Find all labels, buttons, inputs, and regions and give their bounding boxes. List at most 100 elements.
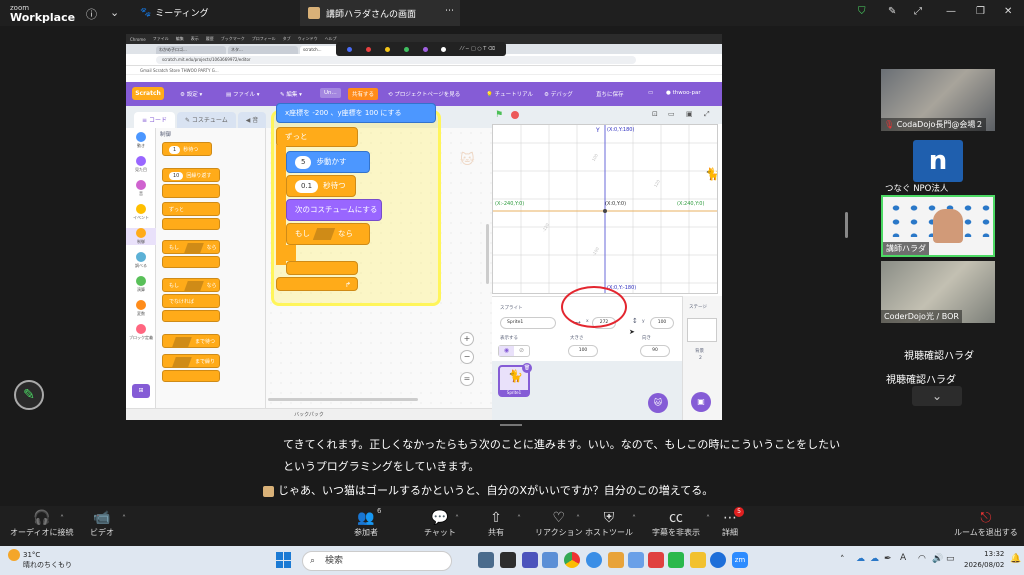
- chat-caret-icon[interactable]: ˄: [455, 514, 459, 523]
- annot-color-dot[interactable]: [403, 46, 409, 52]
- share-button[interactable]: ⇧ 共有: [488, 509, 504, 538]
- hide-eye-icon[interactable]: ⊘: [514, 346, 529, 356]
- minimize-icon[interactable]: —: [946, 6, 956, 17]
- extension-button[interactable]: ⊞: [132, 384, 150, 398]
- palette-block-if[interactable]: もし なら: [162, 240, 220, 254]
- annot-color-dot[interactable]: [346, 46, 352, 52]
- category-control[interactable]: 制御: [126, 228, 156, 245]
- video-caret-icon[interactable]: ˄: [122, 514, 126, 523]
- taskbar-app-icon[interactable]: [628, 552, 644, 568]
- category-sound[interactable]: 音: [126, 180, 156, 197]
- tab-shared-screen[interactable]: 講師ハラダさんの画面 ⋯: [300, 0, 460, 26]
- category-sensing[interactable]: 調べる: [126, 252, 156, 269]
- block-move[interactable]: 5 歩動かす: [286, 151, 370, 173]
- sprite-name-input[interactable]: Sprite1: [500, 317, 556, 329]
- annot-tools-icon[interactable]: ⁄ ⁄ ∼ □ ○ T ⌫: [460, 46, 495, 52]
- settings-menu[interactable]: ⚙ 設定 ▾: [180, 90, 202, 98]
- category-events[interactable]: イベント: [126, 204, 156, 221]
- zoom-app-icon[interactable]: zm: [732, 552, 748, 568]
- project-title-input[interactable]: Un...: [320, 88, 341, 98]
- more-button[interactable]: ⋯ 5 詳細: [722, 507, 744, 538]
- block-wait[interactable]: 0.1 秒待つ: [286, 175, 356, 197]
- palette-block-forever[interactable]: ずっと: [162, 202, 220, 216]
- category-my-blocks[interactable]: ブロック定義: [126, 324, 156, 341]
- taskbar-app-icon[interactable]: [648, 552, 664, 568]
- more-icon[interactable]: ⋯: [445, 6, 454, 16]
- captions-caret-icon[interactable]: ˄: [706, 514, 710, 523]
- category-motion[interactable]: 動き: [126, 132, 156, 149]
- scroll-down-button[interactable]: ⌄: [912, 386, 962, 406]
- backpack[interactable]: バックパック: [126, 408, 492, 420]
- battery-icon[interactable]: ▭: [946, 554, 955, 564]
- ime-indicator[interactable]: A: [900, 553, 906, 563]
- annot-color-dot[interactable]: [365, 46, 371, 52]
- y-input[interactable]: 100: [650, 317, 674, 329]
- annot-color-dot[interactable]: [384, 46, 390, 52]
- user-menu[interactable]: ● thwoo-par: [666, 90, 701, 96]
- wifi-icon[interactable]: ◠: [918, 554, 926, 564]
- annotate-pen-button[interactable]: ✎: [14, 380, 44, 410]
- block-forever[interactable]: ずっと: [276, 127, 358, 147]
- block-if[interactable]: もし なら: [286, 223, 370, 245]
- teams-icon[interactable]: [522, 552, 538, 568]
- wait-value[interactable]: 0.1: [295, 180, 319, 193]
- annot-color-dot[interactable]: [441, 46, 447, 52]
- close-icon[interactable]: ✕: [1004, 6, 1012, 17]
- share-button[interactable]: 共有する: [348, 88, 379, 100]
- green-flag-icon[interactable]: ⚑: [495, 110, 503, 120]
- captions-button[interactable]: ㏄字幕を非表示: [652, 509, 700, 538]
- notification-icon[interactable]: 🔔: [1010, 554, 1021, 564]
- block-next-costume[interactable]: 次のコスチュームにする: [286, 199, 382, 221]
- magic-icon[interactable]: ✎: [888, 6, 896, 17]
- stage[interactable]: Y (X:0,Y:180) (X:-240,Y:0) (X:0,Y:0) (X:…: [492, 124, 718, 294]
- reactions-caret-icon[interactable]: ˄: [576, 514, 580, 523]
- delete-sprite-icon[interactable]: 🗑: [522, 363, 532, 373]
- palette-block-wait-until[interactable]: まで待つ: [162, 334, 220, 348]
- category-looks[interactable]: 見た目: [126, 156, 156, 173]
- chevron-down-icon[interactable]: ⌄: [110, 6, 119, 19]
- debug-button[interactable]: ⚙ デバッグ: [544, 90, 573, 98]
- cloud-icon[interactable]: ☁: [870, 554, 879, 564]
- start-button[interactable]: [276, 552, 292, 568]
- folder-icon[interactable]: ▭: [648, 90, 653, 96]
- size-input[interactable]: 100: [568, 345, 598, 357]
- camera-icon[interactable]: ⊡: [652, 110, 658, 118]
- pen-icon[interactable]: ✒: [884, 554, 892, 564]
- palette-block-repeat[interactable]: 10 回繰り返す: [162, 168, 220, 182]
- audio-caret-icon[interactable]: ˄: [60, 514, 64, 523]
- script-stack[interactable]: x座標を -200 、y座標を 100 にする ずっと 5 歩動かす 0.1 秒待つ…: [271, 103, 441, 306]
- folder-icon[interactable]: [608, 552, 624, 568]
- resize-handle[interactable]: [500, 424, 522, 426]
- choose-sprite-button[interactable]: 🐱: [648, 393, 668, 413]
- tab-sounds[interactable]: ◀ 音: [237, 112, 267, 128]
- participant-video[interactable]: CoderDojo光 / BOR: [881, 261, 995, 323]
- horizontal-scrollbar[interactable]: [268, 398, 418, 401]
- chat-button[interactable]: 💬 チャット: [424, 509, 456, 538]
- fullscreen-icon[interactable]: ⤢: [704, 110, 710, 119]
- file-menu[interactable]: ▤ ファイル ▾: [226, 90, 259, 98]
- zoom-reset-button[interactable]: =: [460, 372, 474, 386]
- host-tools-button[interactable]: ⛨ ホストツール: [585, 509, 633, 538]
- participant-video-active[interactable]: 講師ハラダ: [881, 195, 995, 257]
- chrome-icon[interactable]: [564, 552, 580, 568]
- tray-chevron-icon[interactable]: ˄: [840, 555, 845, 565]
- taskbar-app-icon[interactable]: [500, 552, 516, 568]
- participants-button[interactable]: 👥 参加者: [354, 509, 378, 538]
- choose-backdrop-button[interactable]: ▣: [691, 392, 711, 412]
- tab-meeting[interactable]: 🐾 ミーティング: [140, 6, 209, 20]
- share-caret-icon[interactable]: ˄: [517, 514, 521, 523]
- cat-sprite[interactable]: 🐈: [705, 167, 717, 181]
- palette-block-wait[interactable]: 1 秒待つ: [162, 142, 212, 156]
- taskbar-app-icon[interactable]: [478, 552, 494, 568]
- cloud-icon[interactable]: ☁: [856, 554, 865, 564]
- sprite-thumbnail[interactable]: 🐈 🗑 Sprite1: [498, 363, 532, 397]
- host-caret-icon[interactable]: ˄: [632, 514, 636, 523]
- weather-widget[interactable]: 31°C 晴れのちくもり: [8, 549, 72, 570]
- palette-block-repeat-until[interactable]: まで繰り返す: [162, 354, 220, 379]
- edit-menu[interactable]: ✎ 編集 ▾: [280, 90, 302, 98]
- tutorial-button[interactable]: 💡 チュートリアル: [486, 90, 533, 98]
- taskbar-app-icon[interactable]: [690, 552, 706, 568]
- volume-icon[interactable]: 🔊: [932, 554, 943, 564]
- browser-icon[interactable]: [586, 552, 602, 568]
- tab-costumes[interactable]: ✎ コスチューム: [176, 112, 236, 128]
